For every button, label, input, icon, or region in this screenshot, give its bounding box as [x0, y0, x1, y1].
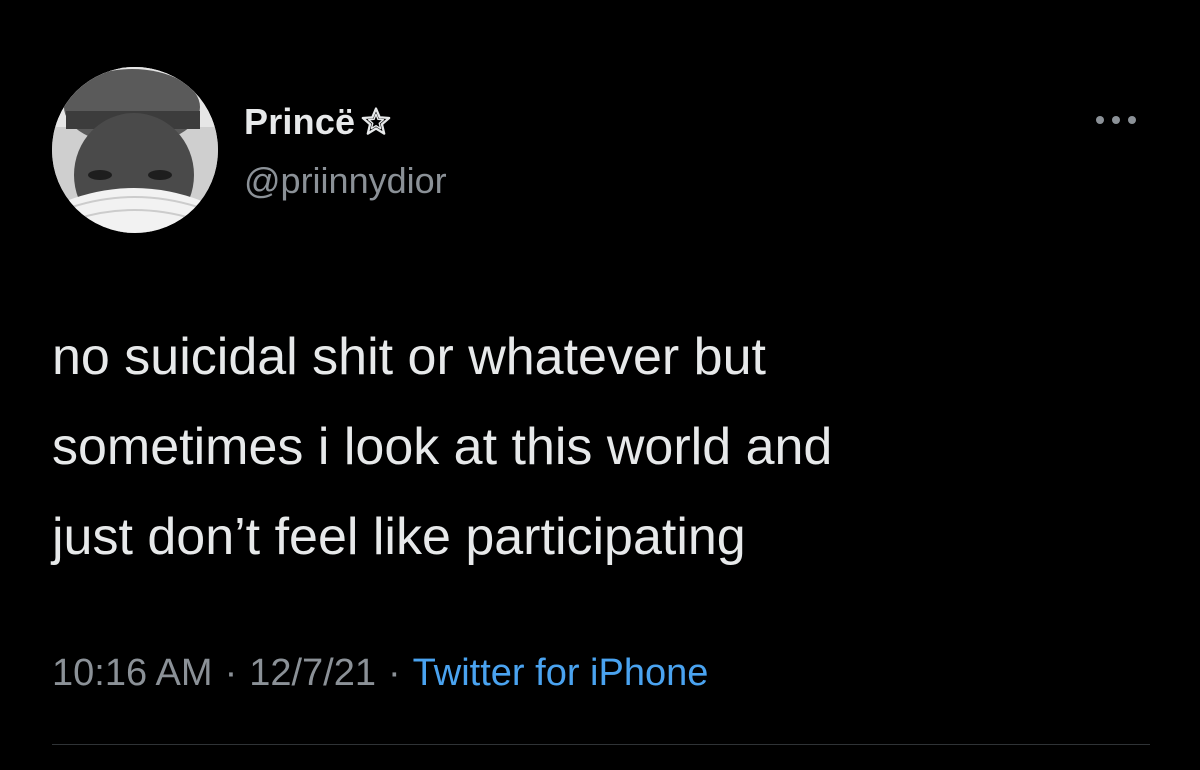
tweet-source-link[interactable]: Twitter for iPhone — [413, 652, 709, 694]
divider — [52, 744, 1150, 745]
tweet-date[interactable]: 12/7/21 — [249, 652, 376, 694]
tweet-text: no suicidal shit or whatever but sometim… — [52, 328, 833, 566]
more-horizontal-icon[interactable] — [1088, 106, 1144, 134]
avatar[interactable] — [52, 67, 218, 233]
avatar-photo — [52, 67, 218, 233]
display-name[interactable]: Princë — [244, 101, 355, 143]
user-handle[interactable]: @priinnydior — [244, 160, 447, 202]
separator-dot: · — [224, 652, 238, 694]
tweet-metadata: 10:16 AM · 12/7/21 · Twitter for iPhone — [52, 652, 708, 695]
tweet-card: Princë @priinnydior no suicidal shit or … — [0, 0, 1200, 770]
tweet-time[interactable]: 10:16 AM — [52, 652, 213, 694]
name-row[interactable]: Princë — [244, 100, 393, 144]
separator-dot: · — [388, 652, 401, 694]
star-outline-icon — [359, 105, 393, 139]
